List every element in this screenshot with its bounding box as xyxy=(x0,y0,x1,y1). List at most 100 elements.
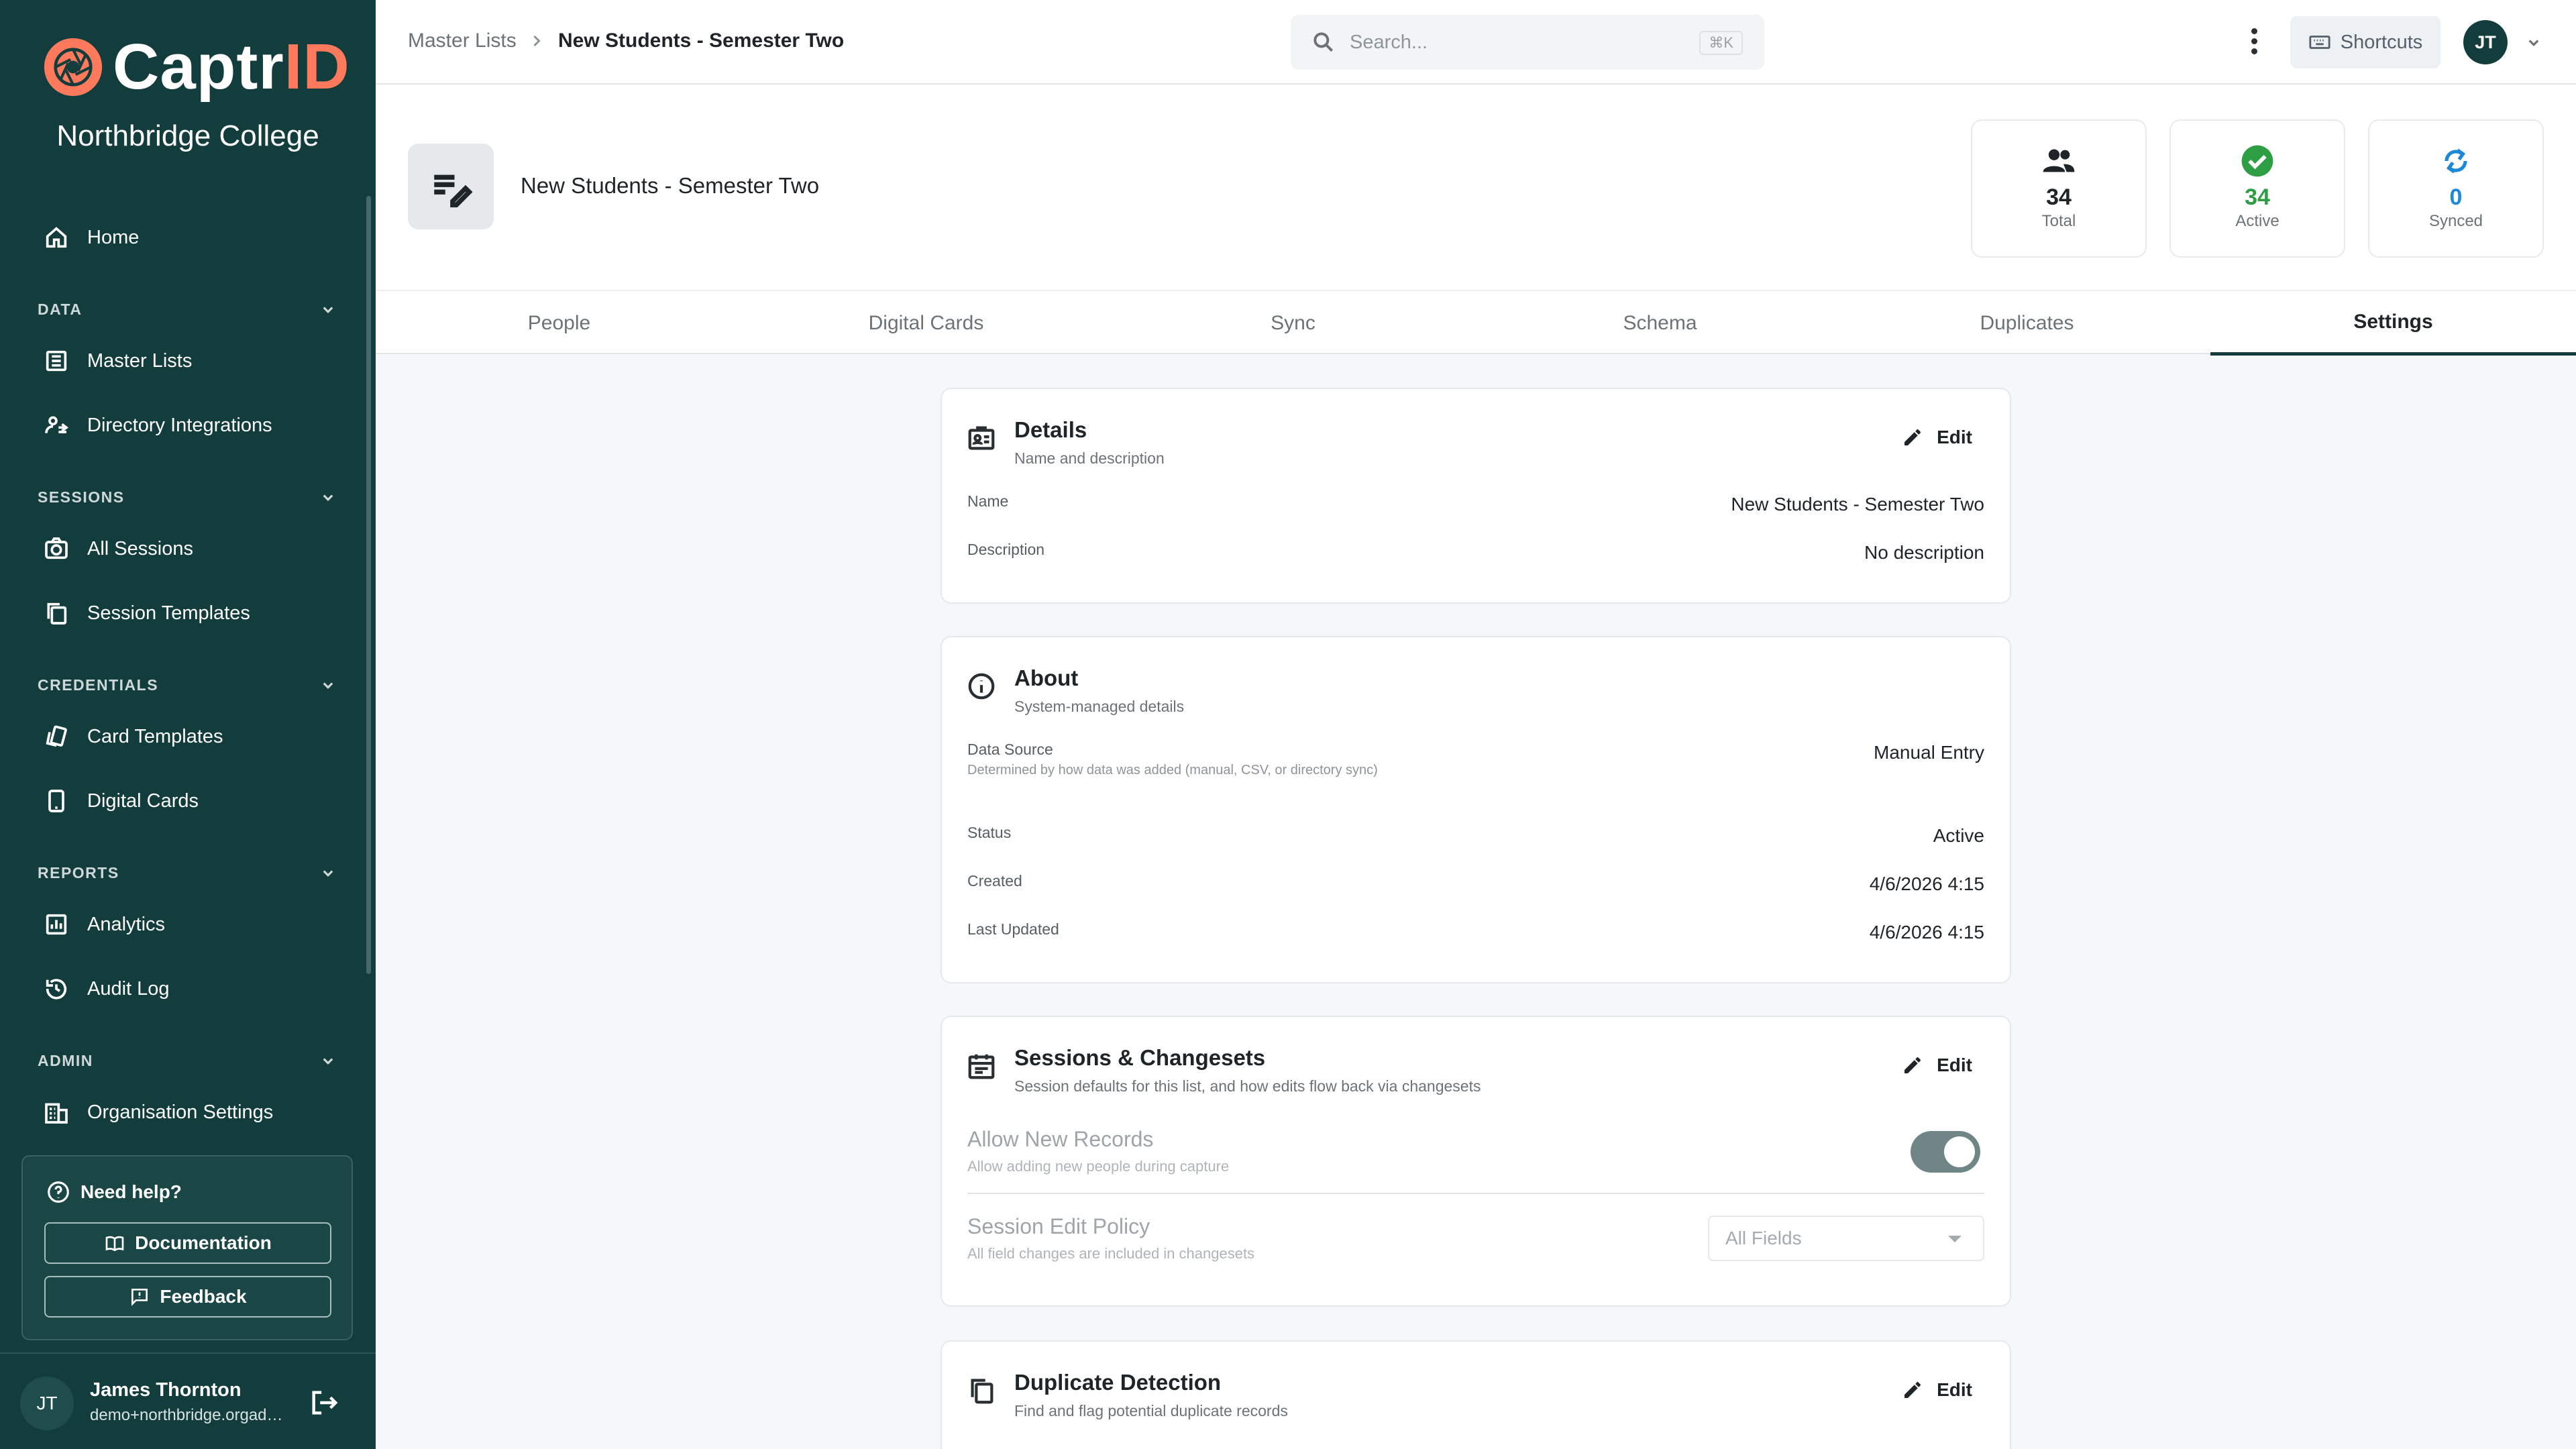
name-value: New Students - Semester Two xyxy=(1731,494,1984,515)
chevron-right-icon xyxy=(533,35,541,47)
cards-stack-icon xyxy=(46,725,67,747)
shortcuts-button[interactable]: Shortcuts xyxy=(2290,16,2440,68)
session-edit-policy-label: Session Edit Policy xyxy=(967,1214,1150,1238)
avatar[interactable]: JT xyxy=(20,1377,74,1430)
building-icon xyxy=(45,1103,68,1124)
stat-synced: 0 Synced xyxy=(2368,119,2544,258)
tab-settings[interactable]: Settings xyxy=(2210,291,2576,356)
copy-icon xyxy=(971,1379,994,1404)
check-circle-icon xyxy=(2241,145,2273,177)
breadcrumb-current: New Students - Semester Two xyxy=(558,30,845,52)
help-title: Need help? xyxy=(46,1179,182,1205)
session-edit-policy-help: All field changes are included in change… xyxy=(967,1245,1255,1262)
chevron-down-icon xyxy=(323,1058,333,1065)
search-bar[interactable]: ⌘K xyxy=(1291,15,1764,70)
tab-duplicates[interactable]: Duplicates xyxy=(1843,291,2210,356)
tab-schema[interactable]: Schema xyxy=(1477,291,1843,356)
edit-list-icon xyxy=(434,174,473,208)
section-admin[interactable]: ADMIN xyxy=(38,1051,338,1071)
section-data[interactable]: DATA xyxy=(38,299,338,319)
organisation-name: Northbridge College xyxy=(56,119,319,152)
list-icon xyxy=(408,144,494,229)
people-icon xyxy=(2043,149,2075,172)
details-card: Details Name and description Edit Name N… xyxy=(941,388,2011,604)
pencil-icon xyxy=(1904,1381,1921,1398)
data-source-value: Manual Entry xyxy=(1874,742,1984,763)
allow-new-records-toggle[interactable] xyxy=(1911,1131,1980,1173)
toggle-knob xyxy=(1944,1136,1975,1167)
more-options-icon[interactable] xyxy=(2247,25,2261,59)
duplicates-edit-button[interactable]: Edit xyxy=(1902,1379,1972,1401)
about-title: About xyxy=(1014,665,1079,690)
logout-icon[interactable] xyxy=(309,1387,339,1418)
chevron-down-icon xyxy=(323,494,333,501)
sessions-edit-button[interactable]: Edit xyxy=(1902,1055,1972,1076)
documentation-button[interactable]: Documentation xyxy=(44,1222,331,1264)
feedback-button[interactable]: Feedback xyxy=(44,1276,331,1318)
history-icon xyxy=(46,979,67,1000)
tab-sync[interactable]: Sync xyxy=(1110,291,1477,356)
camera-icon xyxy=(45,537,68,559)
search-icon xyxy=(1313,32,1334,52)
duplicate-detection-card: Duplicate Detection Find and flag potent… xyxy=(941,1340,2011,1449)
search-input[interactable] xyxy=(1350,27,1672,58)
tab-people[interactable]: People xyxy=(376,291,743,356)
chevron-down-icon xyxy=(323,307,333,313)
allow-new-records-label: Allow New Records xyxy=(967,1127,1154,1151)
sidebar-item-directory-integrations[interactable]: Directory Integrations xyxy=(43,405,272,445)
analytics-icon xyxy=(46,914,67,935)
sidebar-item-home[interactable]: Home xyxy=(43,217,139,258)
sessions-subtitle: Session defaults for this list, and how … xyxy=(1014,1077,1481,1095)
sidebar-item-audit-log[interactable]: Audit Log xyxy=(43,969,170,1009)
section-sessions[interactable]: SESSIONS xyxy=(38,487,338,507)
duplicates-subtitle: Find and flag potential duplicate record… xyxy=(1014,1402,1288,1419)
data-source-label: Data Source xyxy=(967,741,1053,758)
home-icon xyxy=(46,227,67,248)
calendar-icon xyxy=(968,1054,995,1079)
phone-icon xyxy=(48,790,64,812)
app-root: CaptrID Northbridge College Home DATA Ma… xyxy=(0,0,2576,1449)
sidebar-item-analytics[interactable]: Analytics xyxy=(43,904,165,945)
sidebar-item-digital-cards[interactable]: Digital Cards xyxy=(43,781,199,821)
tab-digital-cards[interactable]: Digital Cards xyxy=(743,291,1110,356)
last-updated-value: 4/6/2026 4:15 xyxy=(1869,922,1984,943)
sync-icon xyxy=(2445,148,2467,174)
avatar[interactable]: JT xyxy=(2463,20,2508,64)
id-card-icon xyxy=(968,426,995,450)
user-email: demo+northbridge.orgadmin@captrid.com xyxy=(90,1406,291,1424)
keyboard-icon xyxy=(2309,36,2330,49)
status-value: Active xyxy=(1933,825,1984,846)
sessions-card: Sessions & Changesets Session defaults f… xyxy=(941,1016,2011,1307)
page-title: New Students - Semester Two xyxy=(521,173,820,198)
breadcrumb-master-lists[interactable]: Master Lists xyxy=(408,30,517,52)
details-title: Details xyxy=(1014,417,1087,442)
section-credentials[interactable]: CREDENTIALS xyxy=(38,675,338,695)
list-header: New Students - Semester Two 34 Total 34 … xyxy=(376,85,2576,290)
tab-bar: People Digital Cards Sync Schema Duplica… xyxy=(376,290,2576,356)
sessions-title: Sessions & Changesets xyxy=(1014,1045,1266,1070)
data-source-help: Determined by how data was added (manual… xyxy=(967,763,1378,777)
help-circle-icon xyxy=(48,1181,69,1203)
sidebar-item-all-sessions[interactable]: All Sessions xyxy=(43,529,193,569)
session-edit-policy-select[interactable]: All Fields xyxy=(1708,1216,1984,1261)
stat-active: 34 Active xyxy=(2169,119,2345,258)
sidebar-item-organisation-settings[interactable]: Organisation Settings xyxy=(43,1092,273,1132)
created-value: 4/6/2026 4:15 xyxy=(1869,873,1984,894)
sidebar-item-master-lists[interactable]: Master Lists xyxy=(43,341,192,381)
dropdown-arrow-icon xyxy=(1948,1236,1962,1242)
brand-logo[interactable]: CaptrID xyxy=(43,31,350,103)
description-value: No description xyxy=(1864,542,1984,563)
current-user: JT James Thornton demo+northbridge.orgad… xyxy=(0,1352,376,1449)
about-subtitle: System-managed details xyxy=(1014,698,1185,715)
brand-name: CaptrID xyxy=(113,31,350,103)
chevron-down-icon xyxy=(323,870,333,877)
section-reports[interactable]: REPORTS xyxy=(38,863,338,883)
feedback-icon xyxy=(131,1289,148,1306)
chevron-down-icon[interactable] xyxy=(2524,32,2544,52)
sidebar-scrollbar[interactable] xyxy=(366,196,371,974)
sidebar-item-session-templates[interactable]: Session Templates xyxy=(43,593,250,633)
sidebar-item-card-templates[interactable]: Card Templates xyxy=(43,716,223,757)
details-edit-button[interactable]: Edit xyxy=(1902,427,1972,448)
topbar: Master Lists New Students - Semester Two… xyxy=(376,0,2576,85)
description-label: Description xyxy=(967,541,1045,558)
